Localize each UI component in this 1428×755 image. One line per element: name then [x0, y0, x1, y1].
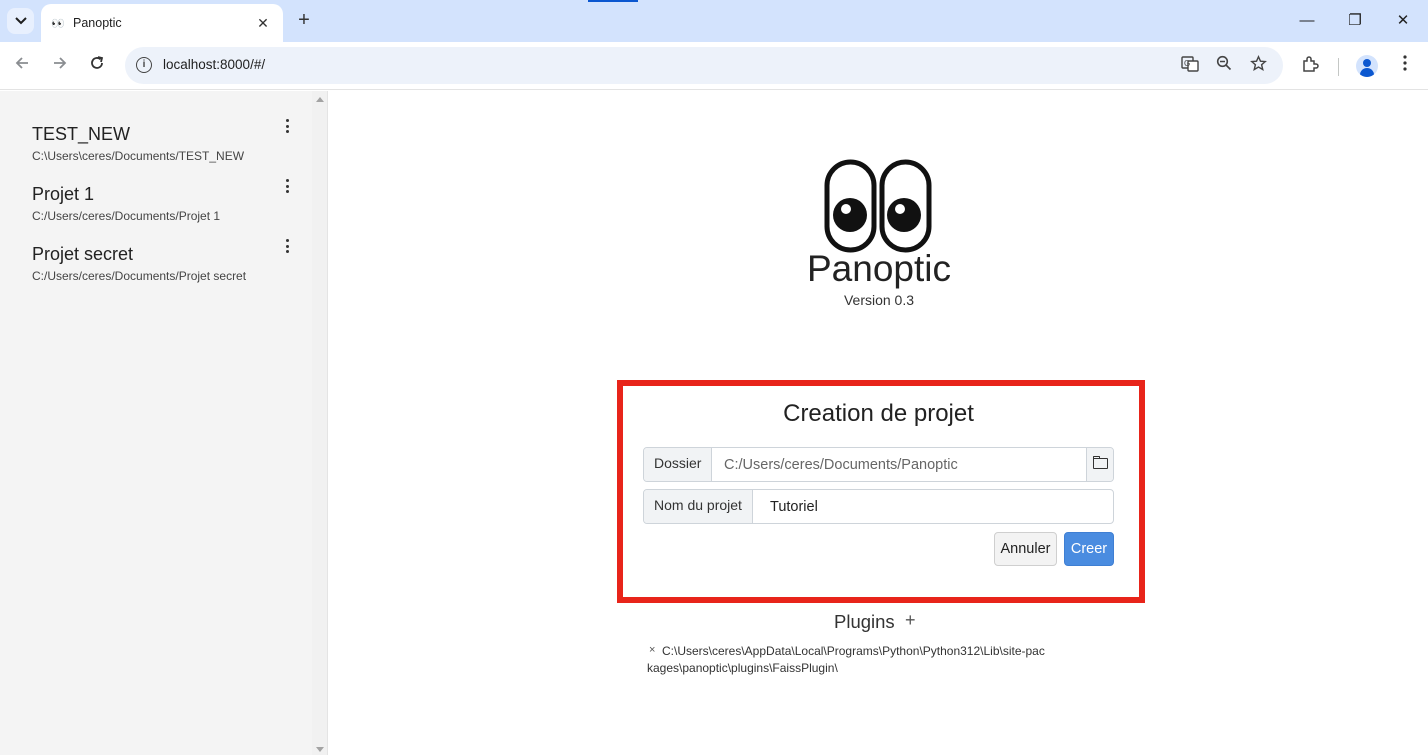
- url-text[interactable]: localhost:8000/#/: [163, 57, 265, 72]
- reload-icon[interactable]: [85, 54, 109, 78]
- site-info-icon[interactable]: i: [136, 57, 152, 73]
- zoom-icon[interactable]: [1213, 55, 1235, 77]
- browse-folder-button[interactable]: [1086, 448, 1113, 481]
- restore-button[interactable]: ❐: [1342, 10, 1368, 32]
- project-path: C:\Users\ceres/Documents/TEST_NEW: [32, 149, 245, 163]
- project-name[interactable]: Projet 1: [32, 184, 302, 205]
- project-name-label: Nom du projet: [644, 490, 753, 523]
- project-sidebar: TEST_NEW C:\Users\ceres/Documents/TEST_N…: [0, 91, 312, 755]
- folder-input-group: Dossier: [643, 447, 1114, 482]
- project-name[interactable]: TEST_NEW: [32, 124, 302, 145]
- bookmark-star-icon[interactable]: [1247, 55, 1269, 77]
- more-vert-icon[interactable]: [1394, 55, 1416, 77]
- plugin-path: C:\Users\ceres\AppData\Local\Programs\Py…: [647, 644, 1045, 675]
- project-options-icon[interactable]: [284, 179, 290, 193]
- profile-avatar[interactable]: [1356, 55, 1378, 77]
- tab-close-icon[interactable]: ✕: [253, 15, 273, 32]
- create-project-title: Creation de projet: [783, 400, 974, 427]
- tab-drag-indicator: [588, 0, 638, 2]
- back-arrow-icon[interactable]: [10, 54, 34, 78]
- toolbar-divider: [1338, 58, 1339, 76]
- translate-icon[interactable]: G: [1179, 55, 1201, 77]
- project-path: C:/Users/ceres/Documents/Projet secret: [32, 269, 247, 283]
- svg-text:G: G: [1184, 59, 1190, 68]
- panoptic-eyes-logo-icon: [824, 159, 932, 253]
- address-bar[interactable]: i localhost:8000/#/ G: [125, 47, 1283, 84]
- scroll-up-arrow-icon[interactable]: [316, 97, 324, 102]
- project-options-icon[interactable]: [284, 239, 290, 253]
- close-window-button[interactable]: ✕: [1390, 10, 1416, 32]
- project-path: C:/Users/ceres/Documents/Projet 1: [32, 209, 221, 223]
- browser-toolbar: i localhost:8000/#/ G: [0, 42, 1428, 90]
- eyes-favicon-icon: 👀: [51, 17, 65, 30]
- create-button[interactable]: Creer: [1064, 532, 1114, 566]
- project-options-icon[interactable]: [284, 119, 290, 133]
- forward-arrow-icon[interactable]: [48, 54, 72, 78]
- chevron-down-icon: [14, 17, 27, 25]
- new-tab-button[interactable]: +: [292, 9, 316, 33]
- extensions-puzzle-icon[interactable]: [1299, 55, 1321, 77]
- project-name-input-group: Nom du projet: [643, 489, 1114, 524]
- project-item[interactable]: Projet secret C:/Users/ceres/Documents/P…: [32, 244, 302, 283]
- browser-tabstrip: 👀 Panoptic ✕ + — ❐ ✕: [0, 0, 1428, 42]
- tab-search-button[interactable]: [7, 8, 34, 34]
- project-name-input[interactable]: [760, 490, 1112, 523]
- folder-label: Dossier: [644, 448, 713, 481]
- plugins-title: Plugins: [834, 611, 895, 632]
- cancel-button[interactable]: Annuler: [994, 532, 1057, 566]
- add-plugin-icon[interactable]: +: [905, 610, 916, 631]
- tab-title: Panoptic: [73, 16, 122, 30]
- app-version: Version 0.3: [843, 292, 915, 308]
- project-name[interactable]: Projet secret: [32, 244, 302, 265]
- scroll-down-arrow-icon[interactable]: [316, 747, 324, 752]
- app-name: Panoptic: [807, 248, 951, 289]
- sidebar-scrollbar[interactable]: [312, 91, 328, 755]
- minimize-button[interactable]: —: [1294, 10, 1320, 32]
- project-item[interactable]: TEST_NEW C:\Users\ceres/Documents/TEST_N…: [32, 124, 302, 163]
- folder-input[interactable]: [714, 448, 1086, 481]
- tab-panoptic[interactable]: 👀 Panoptic ✕: [41, 4, 283, 42]
- remove-plugin-icon[interactable]: ×: [649, 644, 655, 656]
- project-item[interactable]: Projet 1 C:/Users/ceres/Documents/Projet…: [32, 184, 302, 223]
